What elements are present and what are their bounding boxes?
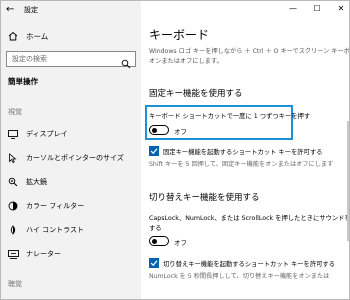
- checkmark-icon: [150, 148, 158, 155]
- back-arrow-icon[interactable]: ←: [6, 4, 14, 15]
- sticky-keys-toggle-state: オフ: [174, 128, 187, 136]
- home-label: ホーム: [26, 31, 49, 41]
- sidebar-item-label: ハイ コントラスト: [26, 226, 84, 234]
- search-icon[interactable]: [121, 54, 131, 69]
- group-label-hearing: 聴覚: [8, 280, 22, 288]
- sidebar-item-label: ナレーター: [26, 250, 61, 258]
- intro-text-line1: Windows ロゴ キーを押しながら ＋ Ctrl ＋ O キーでスクリーン …: [149, 48, 350, 55]
- toggle-knob: [152, 238, 157, 244]
- section-title: 簡単操作: [8, 77, 38, 86]
- magnifier-icon: [7, 177, 19, 187]
- sticky-keys-shortcut-label: 固定キー機能を起動するショートカット キーを許可する: [163, 149, 323, 156]
- toggle-knob: [152, 127, 157, 133]
- home-icon: [8, 31, 20, 41]
- sidebar-item-label: 拡大鏡: [26, 178, 47, 186]
- toggle-keys-toggle-state: オフ: [174, 239, 187, 247]
- sticky-keys-description: キーボード ショートカットで一度に 1 つずつキーを押す: [149, 113, 311, 120]
- sticky-keys-shortcut-sub: Shift キーを 5 回押して、固定キー機能をオンまたはオフにします: [149, 161, 334, 168]
- sticky-keys-shortcut-checkbox[interactable]: [149, 146, 159, 156]
- sidebar-item-label: カーソルとポインターのサイズ: [26, 154, 124, 162]
- sidebar: ← 設定 ホーム 簡単操作 視覚 ディスプレイ: [1, 1, 141, 299]
- toggle-keys-toggle[interactable]: [149, 236, 169, 246]
- group-label-vision: 視覚: [8, 108, 22, 116]
- toggle-keys-shortcut-checkbox[interactable]: [149, 258, 159, 268]
- sticky-keys-toggle[interactable]: [149, 125, 169, 135]
- color-filter-icon: [7, 201, 19, 211]
- maximize-icon[interactable]: ☐: [312, 4, 322, 14]
- sidebar-item-cursor[interactable]: カーソルとポインターのサイズ: [1, 149, 141, 167]
- cursor-icon: [7, 153, 19, 163]
- sidebar-item-narrator[interactable]: ナレーター: [1, 245, 141, 263]
- sidebar-item-display[interactable]: ディスプレイ: [1, 125, 141, 143]
- search-input[interactable]: [7, 52, 117, 66]
- sidebar-item-color-filter[interactable]: カラー フィルター: [1, 197, 141, 215]
- monitor-icon: [7, 129, 19, 139]
- window-controls: — ☐ ✕: [288, 4, 346, 14]
- close-icon[interactable]: ✕: [336, 4, 346, 14]
- toggle-keys-shortcut-sub: NumLock を 5 秒間長押しして、切り替えキー機能をオンまたは: [149, 273, 330, 280]
- main-pane: — ☐ ✕ キーボード Windows ロゴ キーを押しながら ＋ Ctrl ＋…: [141, 1, 350, 299]
- sticky-keys-heading: 固定キー機能を使用する: [149, 89, 243, 99]
- sidebar-item-magnifier[interactable]: 拡大鏡: [1, 173, 141, 191]
- page-title: キーボード: [149, 28, 210, 42]
- toggle-keys-description-line1: CapsLock、NumLock、または ScrollLock を押したときにサ…: [149, 215, 350, 222]
- minimize-icon[interactable]: —: [288, 4, 298, 14]
- checkmark-icon: [150, 260, 158, 267]
- sidebar-item-home[interactable]: ホーム: [8, 30, 48, 42]
- high-contrast-icon: [7, 225, 19, 235]
- narrator-icon: [7, 249, 19, 259]
- app-title: 設定: [24, 6, 38, 14]
- sidebar-item-label: ディスプレイ: [26, 130, 68, 138]
- intro-text-line2: オンまたはオフにします。: [149, 58, 223, 65]
- sidebar-item-label: カラー フィルター: [26, 202, 85, 210]
- toggle-keys-shortcut-label: 切り替えキー機能を起動するショートカット キーを許可する: [163, 261, 336, 268]
- sidebar-item-high-contrast[interactable]: ハイ コントラスト: [1, 221, 141, 239]
- settings-window: ← 設定 ホーム 簡単操作 視覚 ディスプレイ: [0, 0, 350, 300]
- search-box: [6, 51, 136, 69]
- toggle-keys-description-line2: する: [149, 225, 162, 232]
- toggle-keys-heading: 切り替えキー機能を使用する: [149, 193, 260, 203]
